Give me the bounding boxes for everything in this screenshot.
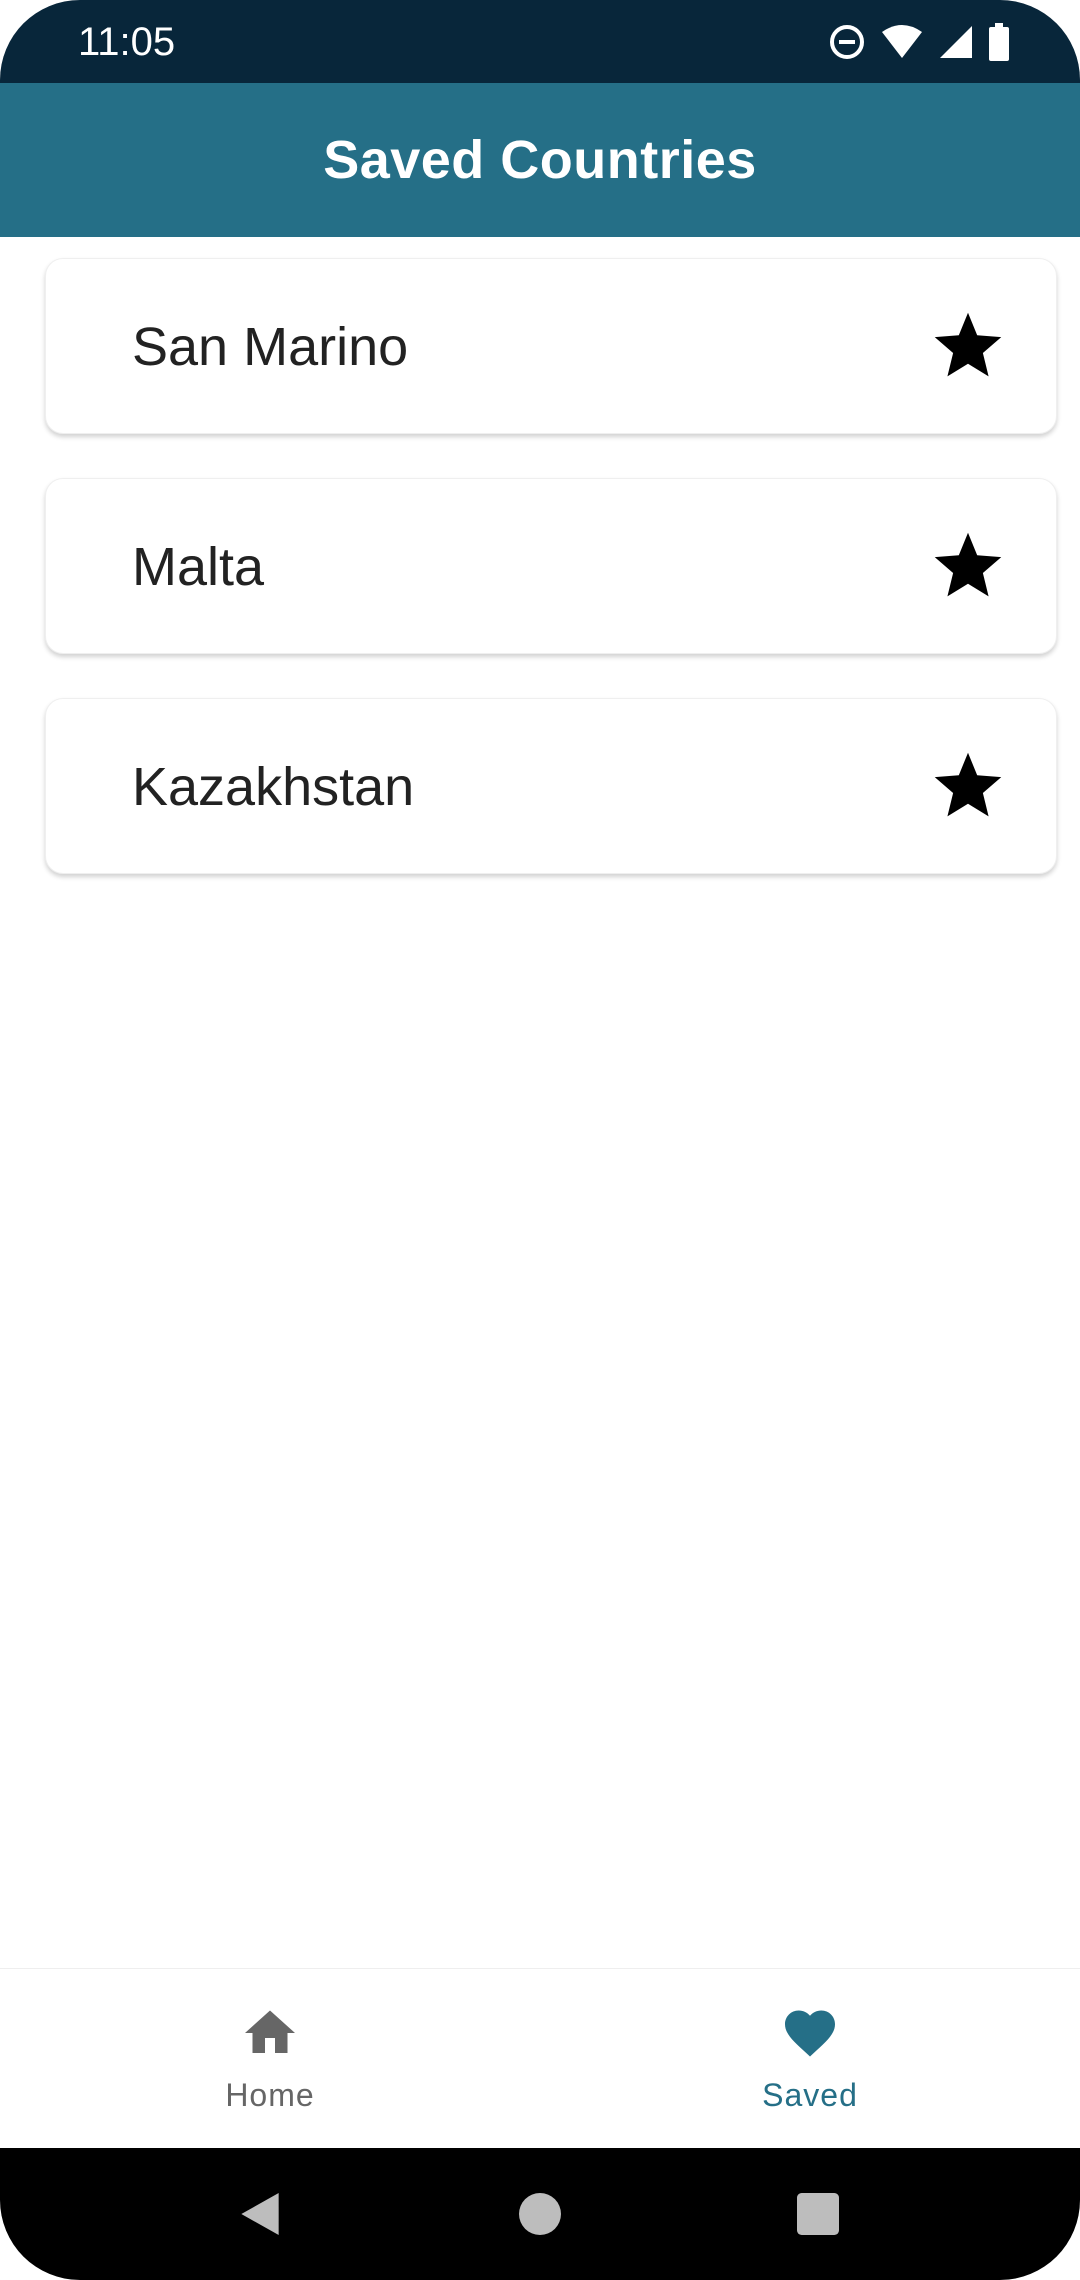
- bottom-navigation: Home Saved: [0, 1968, 1080, 2149]
- app-bar: Saved Countries: [0, 83, 1080, 237]
- saved-countries-list: San Marino Malta Kazakhstan: [45, 258, 1057, 918]
- battery-icon: [988, 23, 1010, 61]
- star-icon[interactable]: [930, 528, 1006, 604]
- recents-icon[interactable]: [790, 2186, 846, 2242]
- wifi-icon: [880, 24, 924, 60]
- back-icon[interactable]: [232, 2186, 288, 2242]
- do-not-disturb-icon: [828, 23, 866, 61]
- nav-item-saved[interactable]: Saved: [540, 1969, 1080, 2149]
- system-navigation-bar: [0, 2148, 1080, 2280]
- screen: 11:05 Saved Countries San Marino Malta K…: [0, 0, 1080, 2280]
- country-card-kazakhstan[interactable]: Kazakhstan: [45, 698, 1057, 874]
- country-card-san-marino[interactable]: San Marino: [45, 258, 1057, 434]
- star-icon[interactable]: [930, 308, 1006, 384]
- country-name: San Marino: [132, 317, 409, 377]
- heart-icon: [785, 2010, 835, 2057]
- home-circle-icon[interactable]: [512, 2186, 568, 2242]
- home-icon: [245, 2010, 295, 2053]
- signal-icon: [938, 24, 974, 60]
- country-name: Kazakhstan: [132, 757, 415, 817]
- country-name: Malta: [132, 537, 265, 597]
- status-bar: 11:05: [0, 0, 1080, 83]
- nav-item-home[interactable]: Home: [0, 1969, 540, 2149]
- status-time: 11:05: [78, 20, 176, 64]
- nav-label-home: Home: [225, 2077, 315, 2113]
- nav-label-saved: Saved: [762, 2077, 858, 2113]
- star-icon[interactable]: [930, 748, 1006, 824]
- page-title: Saved Countries: [323, 130, 757, 190]
- status-icons: [828, 20, 1010, 64]
- country-card-malta[interactable]: Malta: [45, 478, 1057, 654]
